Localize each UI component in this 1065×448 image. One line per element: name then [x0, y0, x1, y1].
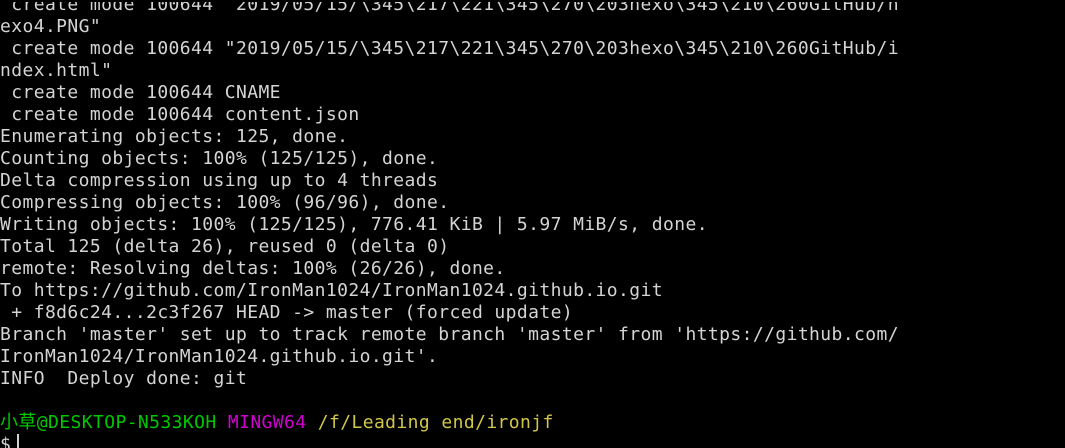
output-line: Delta compression using up to 4 threads	[0, 170, 439, 191]
prompt-user-host: 小草@DESKTOP-N533KOH	[0, 412, 217, 433]
prompt-environment: MINGW64	[227, 412, 307, 433]
command-input-line[interactable]: $	[0, 434, 1065, 448]
output-line: exo4.PNG"	[0, 16, 102, 37]
terminal-window[interactable]: create mode 100644 "2019/05/15/\345\217\…	[0, 0, 1065, 448]
output-line: create mode 100644 "2019/05/15/\345\217\…	[0, 38, 899, 59]
output-line: + f8d6c24...2c3f267 HEAD -> master (forc…	[0, 302, 574, 323]
output-line: To https://github.com/IronMan1024/IronMa…	[0, 280, 663, 301]
output-line: INFO Deploy done: git	[0, 368, 248, 389]
output-line: Compressing objects: 100% (96/96), done.	[0, 192, 450, 213]
text-cursor	[17, 434, 20, 448]
output-line: Enumerating objects: 125, done.	[0, 126, 349, 147]
output-line: Branch 'master' set up to track remote b…	[0, 324, 899, 345]
output-line: create mode 100644 "2019/05/15/\345\217\…	[0, 0, 899, 15]
output-line: create mode 100644 content.json	[0, 104, 360, 125]
prompt-path: /f/Leading end/ironjf	[317, 412, 554, 433]
output-line: IronMan1024/IronMan1024.github.io.git'.	[0, 346, 439, 367]
output-line: Total 125 (delta 26), reused 0 (delta 0)	[0, 236, 450, 257]
output-line: Writing objects: 100% (125/125), 776.41 …	[0, 214, 708, 235]
output-line: create mode 100644 CNAME	[0, 82, 281, 103]
output-line: remote: Resolving deltas: 100% (26/26), …	[0, 258, 506, 279]
shell-prompt: 小草@DESKTOP-N533KOH MINGW64 /f/Leading en…	[0, 412, 1065, 434]
prompt-symbol: $	[0, 434, 12, 448]
output-line: Counting objects: 100% (125/125), done.	[0, 148, 439, 169]
output-line: ndex.html"	[0, 60, 113, 81]
